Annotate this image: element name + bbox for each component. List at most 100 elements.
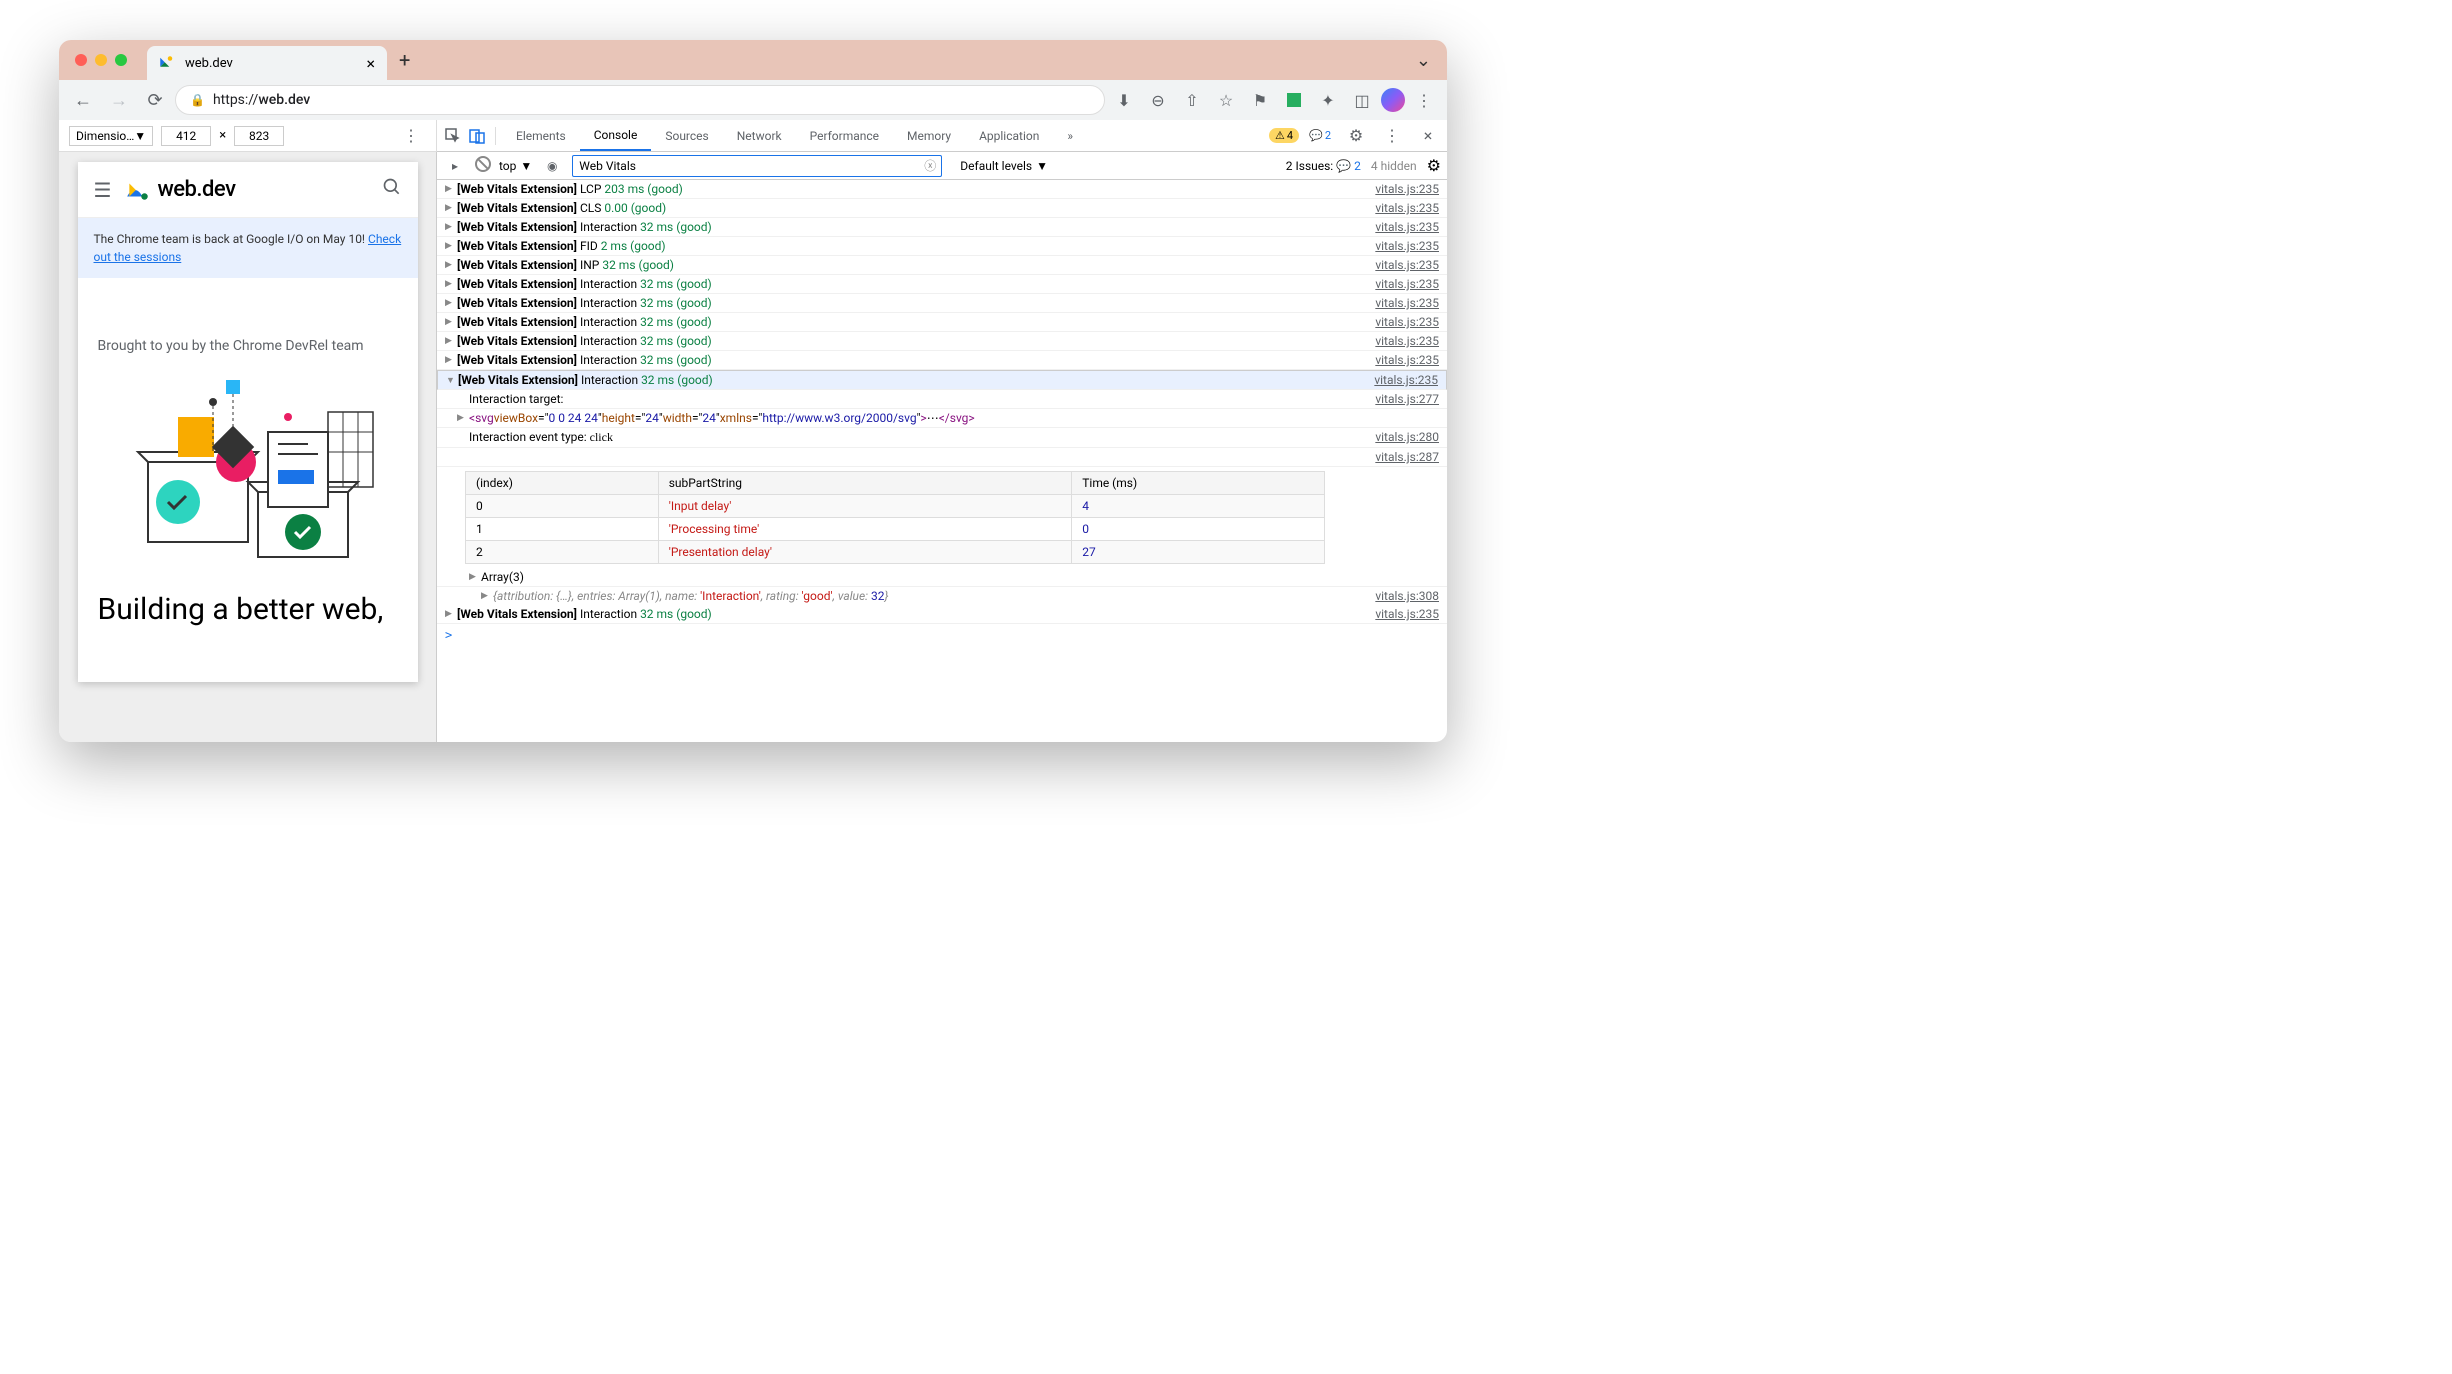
levels-select[interactable]: Default levels ▼ [960,159,1048,173]
live-expression-icon[interactable]: ◉ [540,154,564,178]
console-log-row[interactable]: ▶ [Web Vitals Extension] FID 2 ms (good)… [437,237,1447,256]
tab-more-icon[interactable]: » [1053,121,1087,151]
tab-network[interactable]: Network [723,121,796,151]
profile-avatar[interactable] [1381,88,1405,112]
source-link[interactable]: vitals.js:277 [1375,392,1439,406]
bookmark-icon[interactable]: ☆ [1211,85,1241,115]
sidepanel-icon[interactable]: ◫ [1347,85,1377,115]
source-link[interactable]: vitals.js:235 [1375,607,1439,621]
device-width-input[interactable] [161,126,211,146]
close-devtools-icon[interactable]: × [1413,121,1443,151]
search-icon[interactable] [382,177,402,202]
hero-illustration [78,362,418,572]
tab-application[interactable]: Application [965,121,1053,151]
source-link[interactable]: vitals.js:287 [1375,450,1439,464]
inspect-icon[interactable] [441,124,465,148]
tab-console[interactable]: Console [580,121,652,151]
expand-icon[interactable]: ▶ [445,609,457,619]
close-window-button[interactable] [75,54,87,66]
hidden-count: 4 hidden [1371,159,1417,173]
expand-icon[interactable]: ▶ [445,241,457,251]
expand-icon[interactable]: ▶ [445,279,457,289]
console-log-row[interactable]: ▶ [Web Vitals Extension] INP 32 ms (good… [437,256,1447,275]
svg-target-line: ▶<svg viewBox="0 0 24 24" height="24" wi… [437,409,1447,428]
new-tab-button[interactable]: + [399,48,410,72]
expand-icon[interactable]: ▶ [445,336,457,346]
hamburger-icon[interactable]: ☰ [94,178,112,202]
expand-icon[interactable]: ▶ [445,260,457,270]
source-link[interactable]: vitals.js:308 [1375,589,1439,603]
console-log-row[interactable]: ▶ [Web Vitals Extension] Interaction 32 … [437,275,1447,294]
browser-tab[interactable]: web.dev × [147,46,387,80]
source-link[interactable]: vitals.js:235 [1375,334,1439,348]
source-link[interactable]: vitals.js:235 [1375,220,1439,234]
tab-elements[interactable]: Elements [502,121,580,151]
devtools-menu-icon[interactable]: ⋮ [1377,121,1407,151]
filter-input[interactable] [572,155,942,177]
site-logo[interactable]: web.dev [125,177,235,203]
console-log-row[interactable]: ▶ [Web Vitals Extension] Interaction 32 … [437,294,1447,313]
console-prompt[interactable]: > [437,624,1447,646]
extensions-icon[interactable]: ✦ [1313,85,1343,115]
warnings-badge[interactable]: ⚠ 4 [1269,128,1299,143]
expand-icon[interactable]: ▶ [445,222,457,232]
expand-icon[interactable]: ▶ [445,355,457,365]
maximize-window-button[interactable] [115,54,127,66]
expand-icon[interactable]: ▶ [445,317,457,327]
minimize-window-button[interactable] [95,54,107,66]
share-icon[interactable]: ⇧ [1177,85,1207,115]
back-button[interactable]: ← [67,84,99,116]
tab-performance[interactable]: Performance [796,121,893,151]
tab-sources[interactable]: Sources [651,121,722,151]
messages-badge[interactable]: 💬 2 [1305,128,1335,143]
console-settings-icon[interactable]: ⚙ [1427,156,1441,175]
expand-icon[interactable]: ▶ [445,184,457,194]
expand-icon[interactable]: ▶ [445,203,457,213]
device-menu-icon[interactable]: ⋮ [396,121,426,151]
issues-link[interactable]: 2 Issues: 💬 2 [1286,159,1361,173]
console-log-row[interactable]: ▶ [Web Vitals Extension] LCP 203 ms (goo… [437,180,1447,199]
console-log-row[interactable]: ▶ [Web Vitals Extension] Interaction 32 … [437,218,1447,237]
source-link[interactable]: vitals.js:235 [1374,373,1438,387]
device-viewport: ☰ web.dev The Chrome team is back at Goo… [59,152,436,742]
console-log-row[interactable]: ▼ [Web Vitals Extension] Interaction 32 … [437,370,1447,390]
devtools-panel: Elements Console Sources Network Perform… [437,120,1447,742]
tab-memory[interactable]: Memory [893,121,965,151]
url-field[interactable]: 🔒 https://web.dev [175,85,1105,115]
install-icon[interactable]: ⬇ [1109,85,1139,115]
source-link[interactable]: vitals.js:235 [1375,296,1439,310]
console-log-row[interactable]: ▶ [Web Vitals Extension] Interaction 32 … [437,332,1447,351]
expand-icon[interactable]: ▼ [446,375,458,386]
device-height-input[interactable] [234,126,284,146]
clear-console-icon[interactable] [475,156,491,175]
zoom-icon[interactable]: ⊖ [1143,85,1173,115]
console-sidebar-toggle-icon[interactable]: ▸ [443,154,467,178]
console-log-row[interactable]: ▶ [Web Vitals Extension] Interaction 32 … [437,313,1447,332]
source-link[interactable]: vitals.js:280 [1375,430,1439,445]
source-link[interactable]: vitals.js:235 [1375,353,1439,367]
browser-menu-icon[interactable]: ⋮ [1409,85,1439,115]
forward-button[interactable]: → [103,84,135,116]
console-log-row[interactable]: ▶ [Web Vitals Extension] Interaction 32 … [437,351,1447,370]
attribution-object: vitals.js:287 [437,448,1447,467]
flag-icon[interactable]: ⚑ [1245,85,1275,115]
reload-button[interactable]: ⟳ [139,84,171,116]
close-tab-icon[interactable]: × [366,54,375,73]
extension-square-icon[interactable] [1279,85,1309,115]
source-link[interactable]: vitals.js:235 [1375,201,1439,215]
console-log-row[interactable]: ▶ [Web Vitals Extension] CLS 0.00 (good)… [437,199,1447,218]
source-link[interactable]: vitals.js:235 [1375,315,1439,329]
tab-title: web.dev [185,56,233,71]
expand-icon[interactable]: ▶ [445,298,457,308]
console-log-row[interactable]: ▶ [Web Vitals Extension] Interaction 32 … [437,605,1447,624]
device-toggle-icon[interactable] [465,124,489,148]
context-select[interactable]: top ▼ [499,159,532,173]
device-select[interactable]: Dimensio… ▼ [69,126,153,146]
source-link[interactable]: vitals.js:235 [1375,239,1439,253]
settings-icon[interactable]: ⚙ [1341,121,1371,151]
source-link[interactable]: vitals.js:235 [1375,277,1439,291]
source-link[interactable]: vitals.js:235 [1375,258,1439,272]
source-link[interactable]: vitals.js:235 [1375,182,1439,196]
clear-filter-icon[interactable]: ⓧ [924,157,936,174]
tabs-menu-icon[interactable]: ⌄ [1416,50,1431,71]
